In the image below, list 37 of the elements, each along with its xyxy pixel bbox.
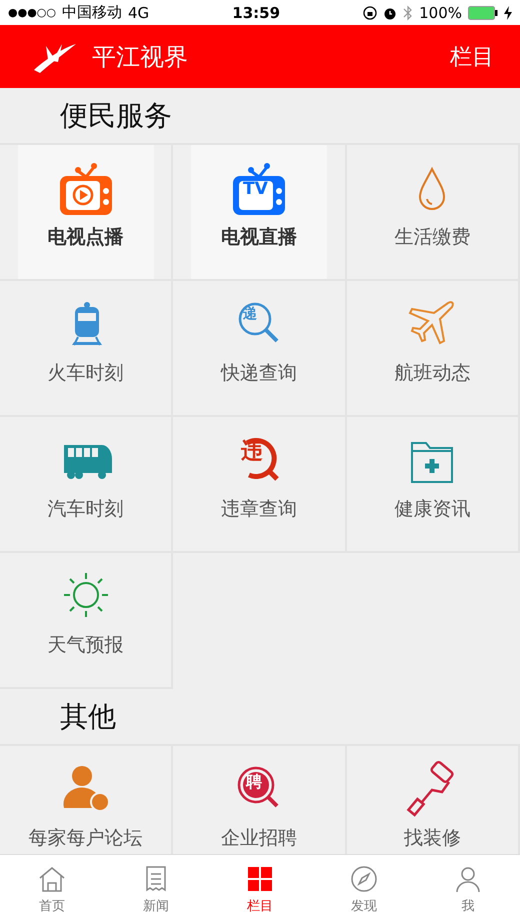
battery-percentage: 100% [419, 4, 462, 22]
service-tile[interactable]: 电视点播 [18, 145, 154, 279]
home-icon [38, 864, 66, 892]
service-tile[interactable]: 火车时刻 [0, 281, 172, 415]
app-title: 平江视界 [92, 42, 188, 72]
person-icon [454, 864, 482, 892]
section-title: 便民服务 [60, 98, 172, 134]
service-tile[interactable]: 航班动态 [346, 281, 518, 415]
battery-icon [468, 6, 498, 20]
tab-bar-item[interactable]: 发现 [312, 855, 416, 924]
service-tile[interactable]: 递 快递查询 [173, 281, 345, 415]
tab-bar-item[interactable]: 栏目 [208, 855, 312, 924]
alarm-clock-icon [383, 6, 398, 20]
tab-bar-item[interactable]: 我 [416, 855, 520, 924]
signal-strength: ●●●○○ [8, 6, 56, 19]
icon-glyph: 递 [242, 307, 257, 321]
service-tile[interactable]: 健康资讯 [346, 417, 518, 551]
service-tile[interactable]: 天气预报 [0, 553, 172, 687]
network-type: 4G [128, 4, 150, 22]
carrier-name: 中国移动 [62, 3, 122, 22]
clock-time: 13:59 [232, 4, 280, 22]
tab-bar-item[interactable]: 新闻 [104, 855, 208, 924]
service-tile[interactable]: 生活缴费 [346, 145, 518, 279]
icon-glyph: 聘 [246, 774, 262, 790]
service-tile[interactable]: TV 电视直播 [190, 145, 327, 279]
section-title: 其他 [60, 698, 116, 734]
service-tile[interactable]: 汽车时刻 [0, 417, 172, 551]
charging-bolt-icon [504, 6, 512, 20]
compass-icon [350, 864, 378, 892]
service-tile[interactable]: 每家每户论坛 [0, 746, 172, 854]
bluetooth-icon [403, 4, 414, 20]
columns-button[interactable]: 栏目 [450, 42, 494, 72]
icon-glyph: TV [242, 181, 268, 198]
tab-bar-item[interactable]: 首页 [0, 855, 104, 924]
rotation-lock-icon [363, 6, 378, 20]
grid-icon [246, 864, 274, 892]
service-tile[interactable]: 找装修 [346, 746, 518, 854]
